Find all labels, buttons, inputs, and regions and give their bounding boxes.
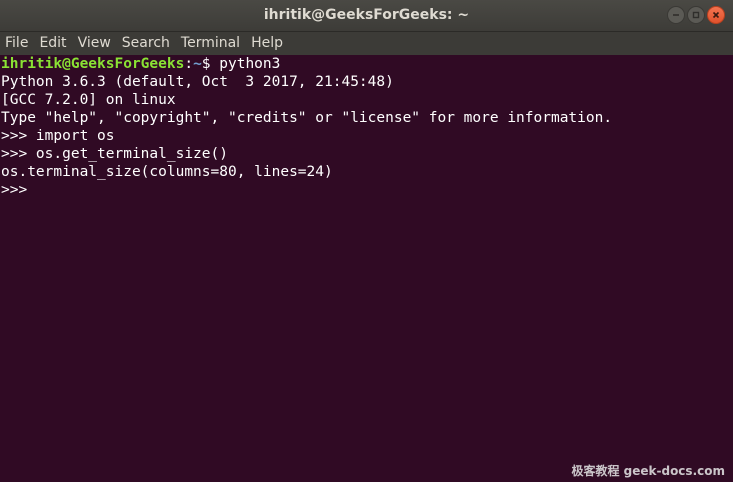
menu-search[interactable]: Search xyxy=(117,32,174,55)
output-line: >>> import os xyxy=(1,128,115,144)
close-button[interactable] xyxy=(707,6,725,24)
minimize-button[interactable] xyxy=(667,6,685,24)
prompt-separator: : xyxy=(184,56,194,72)
output-line: Type "help", "copyright", "credits" or "… xyxy=(1,110,613,126)
output-line: Python 3.6.3 (default, Oct 3 2017, 21:45… xyxy=(1,74,394,90)
menu-bar: File Edit View Search Terminal Help xyxy=(0,32,733,55)
close-icon xyxy=(712,11,720,19)
output-line: os.terminal_size(columns=80, lines=24) xyxy=(1,164,333,180)
menu-edit[interactable]: Edit xyxy=(34,32,70,55)
title-bar[interactable]: ihritik@GeeksForGeeks: ~ xyxy=(0,0,733,32)
prompt-path: ~ xyxy=(193,56,202,72)
window-title: ihritik@GeeksForGeeks: ~ xyxy=(263,7,470,23)
output-line: >>> os.get_terminal_size() xyxy=(1,146,228,162)
maximize-icon xyxy=(692,11,700,19)
prompt-user: ihritik@GeeksForGeeks xyxy=(1,56,185,72)
prompt-command: python3 xyxy=(219,56,281,72)
watermark: 极客教程 geek-docs.com xyxy=(571,464,725,478)
menu-view[interactable]: View xyxy=(73,32,115,55)
terminal-scrollbar[interactable] xyxy=(725,55,733,482)
prompt-suffix: $ xyxy=(201,56,220,72)
maximize-button[interactable] xyxy=(687,6,705,24)
prompt-line: ihritik@GeeksForGeeks:~$ python3 xyxy=(1,55,280,73)
terminal-window: ihritik@GeeksForGeeks: ~ File Edit View … xyxy=(0,0,733,482)
menu-terminal[interactable]: Terminal xyxy=(176,32,244,55)
minimize-icon xyxy=(673,14,679,16)
terminal-output[interactable]: ihritik@GeeksForGeeks:~$ python3 Python … xyxy=(0,55,725,482)
menu-file[interactable]: File xyxy=(0,32,32,55)
python-prompt-line: >>> xyxy=(1,182,36,198)
output-line: [GCC 7.2.0] on linux xyxy=(1,92,176,108)
window-controls xyxy=(667,6,725,24)
menu-help[interactable]: Help xyxy=(246,32,287,55)
